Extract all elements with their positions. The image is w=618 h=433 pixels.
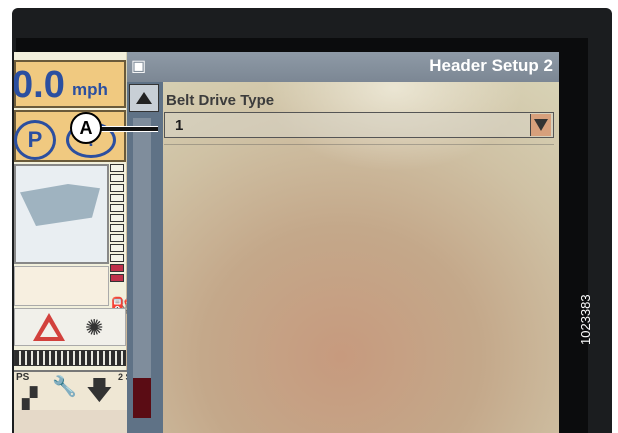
gauge-segment-active: [110, 264, 124, 272]
wrench-icon[interactable]: 🔧: [52, 374, 77, 399]
progress-fill: [15, 351, 125, 365]
display-screen: 0.0 mph P !: [14, 52, 559, 433]
warning-triangle-icon: [33, 313, 65, 341]
level-gauge: [110, 164, 126, 304]
belt-drive-type-dropdown[interactable]: 1: [164, 112, 554, 138]
ps-label: PS: [16, 372, 30, 383]
title-bar: ▣ Header Setup 2: [127, 52, 559, 82]
chevron-down-icon: [534, 119, 548, 131]
belt-drive-type-label: Belt Drive Type: [166, 92, 275, 109]
park-label: P: [27, 127, 43, 152]
field-divider: [164, 144, 554, 145]
gauge-segment: [110, 164, 124, 172]
gauge-segment-active: [110, 274, 124, 282]
gauge-segment: [110, 204, 124, 212]
gauge-segment: [110, 244, 124, 252]
gauge-segment: [110, 214, 124, 222]
page-title: Header Setup 2: [429, 56, 553, 75]
belt-drive-type-value: 1: [175, 117, 184, 134]
speed-readout: 0.0 mph: [14, 60, 126, 108]
warning-panel[interactable]: ✺: [14, 308, 126, 346]
document-number: 1023383: [578, 294, 593, 345]
header-setup-icon: ▣: [131, 58, 147, 75]
road-icon[interactable]: ▞: [22, 386, 37, 411]
speed-value: 0.0: [14, 64, 65, 106]
gauge-segment: [110, 174, 124, 182]
park-icon: P: [14, 120, 56, 160]
gauge-segment: [110, 254, 124, 262]
scrollbar-thumb[interactable]: [133, 378, 151, 418]
scrollbar-track[interactable]: [133, 118, 151, 418]
progress-bar: [14, 350, 126, 366]
callout-a: A: [70, 112, 102, 144]
speed-unit: mph: [72, 80, 108, 99]
bezel-right-edge: [559, 52, 588, 433]
photo: 0.0 mph P !: [0, 0, 618, 433]
gauge-segment: [110, 184, 124, 192]
dropdown-button[interactable]: [530, 114, 551, 136]
callout-leader-line: [100, 126, 158, 132]
combine-icon: [20, 184, 100, 226]
arrow-up-icon: [136, 92, 152, 104]
gauge-segment: [110, 194, 124, 202]
park-brake-indicator: P !: [14, 110, 126, 162]
callout-letter: A: [79, 118, 93, 138]
beacon-light-icon: ✺: [85, 315, 104, 340]
scroll-up-button[interactable]: [129, 84, 159, 112]
combine-status-button[interactable]: [14, 164, 109, 264]
scroll-column: [127, 82, 163, 433]
header-tilt-button[interactable]: [14, 266, 109, 306]
gauge-segment: [110, 234, 124, 242]
gauge-segment: [110, 224, 124, 232]
